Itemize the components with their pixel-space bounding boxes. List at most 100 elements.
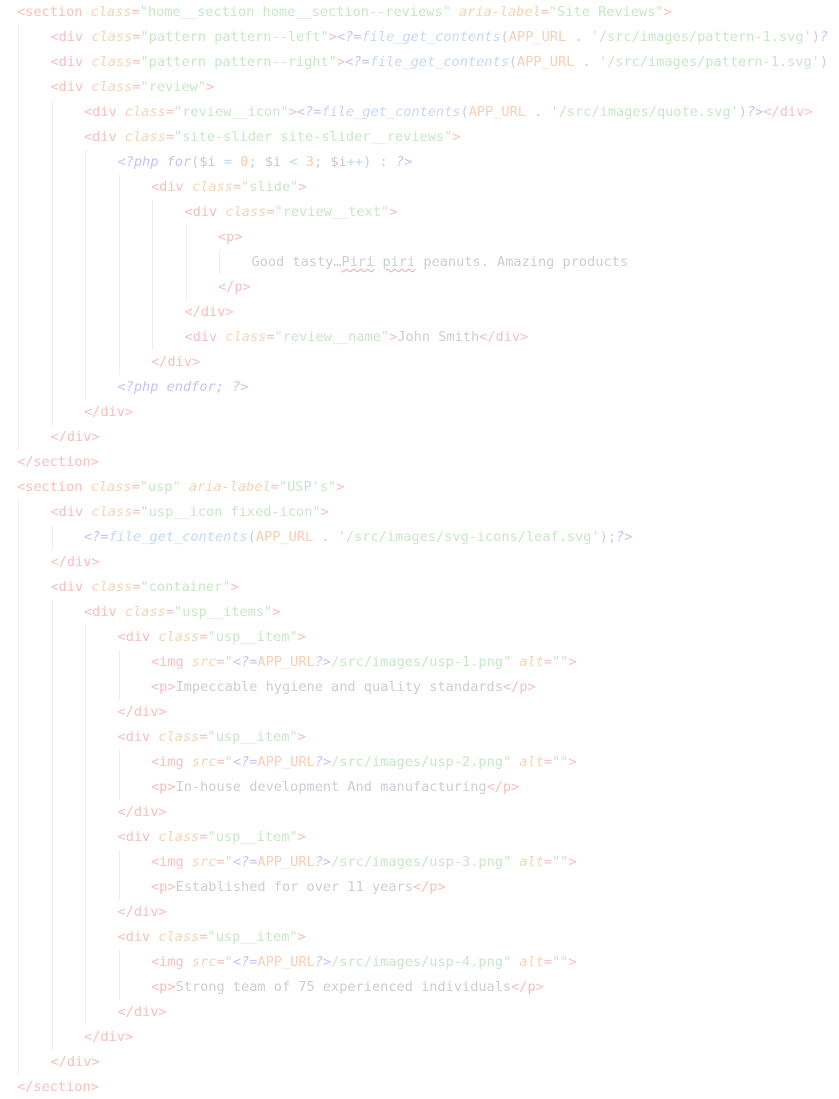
code-line[interactable]: <div class="usp__item"> xyxy=(0,925,839,950)
code-line[interactable]: <div class="review__name">John Smith</di… xyxy=(0,325,839,350)
code-line[interactable]: <div class="pattern pattern--left"><?=fi… xyxy=(0,25,839,50)
code-token: = xyxy=(199,929,208,945)
indent-guide xyxy=(18,175,19,200)
code-token: </div> xyxy=(117,1004,167,1020)
code-line[interactable]: <p>Impeccable hygiene and quality standa… xyxy=(0,675,839,700)
code-token: src xyxy=(191,854,217,870)
code-line[interactable]: <img src="<?=APP_URL?>/src/images/usp-3.… xyxy=(0,850,839,875)
code-line[interactable]: <section class="usp" aria-label="USP's"> xyxy=(0,475,839,500)
indent-guide xyxy=(51,525,53,550)
code-line[interactable]: <p>In-house development And manufacturin… xyxy=(0,775,839,800)
code-text: <div class="review"> xyxy=(51,75,215,100)
indent-guide xyxy=(85,625,86,650)
code-token: </div> xyxy=(84,1029,134,1045)
code-line[interactable]: </section> xyxy=(0,1075,839,1099)
indent-guide xyxy=(85,825,86,850)
code-line[interactable]: <div class="usp__item"> xyxy=(0,825,839,850)
code-line[interactable]: <p>Strong team of 75 experienced individ… xyxy=(0,975,839,1000)
indent-guide xyxy=(18,800,19,825)
indent-guide xyxy=(85,800,86,825)
code-token: APP_URL xyxy=(257,854,315,870)
code-line[interactable]: </div> xyxy=(0,550,839,575)
code-token: > xyxy=(568,854,577,870)
indent-guide xyxy=(85,900,86,925)
code-token: = xyxy=(199,729,208,745)
code-token: < xyxy=(281,154,306,170)
code-token: John Smith xyxy=(397,329,480,345)
code-line[interactable]: <?php endfor; ?> xyxy=(0,375,839,400)
code-token: > xyxy=(297,829,306,845)
code-line[interactable]: </div> xyxy=(0,1000,839,1025)
code-line[interactable]: <div class="pattern pattern--right"><?=f… xyxy=(0,50,839,75)
code-line[interactable]: <div class="slide"> xyxy=(0,175,839,200)
code-line[interactable]: <div class="usp__item"> xyxy=(0,625,839,650)
code-line[interactable]: </div> xyxy=(0,800,839,825)
code-token: /src/images/usp-4.png" xyxy=(331,954,520,970)
code-token: <p> xyxy=(151,679,176,695)
code-line[interactable]: </div> xyxy=(0,300,839,325)
code-token: = xyxy=(232,179,242,195)
code-token: APP_URL xyxy=(257,654,315,670)
indent-guide xyxy=(51,250,53,275)
code-line[interactable]: <div class="usp__icon fixed-icon"> xyxy=(0,500,839,525)
code-token: ?> xyxy=(314,954,332,970)
code-token: <?= xyxy=(232,754,258,770)
code-token: ; xyxy=(313,154,331,170)
code-line[interactable]: Good tasty…Piri piri peanuts. Amazing pr… xyxy=(0,250,839,275)
code-token: > xyxy=(663,4,672,20)
indent-guide xyxy=(118,275,120,300)
code-token: </section> xyxy=(17,454,99,470)
indent-guide xyxy=(85,875,86,900)
code-token: " xyxy=(224,654,233,670)
code-line[interactable]: <div class="review__icon"><?=file_get_co… xyxy=(0,100,839,125)
code-line[interactable]: <?php for($i = 0; $i < 3; $i++) : ?> xyxy=(0,150,839,175)
code-line[interactable]: </div> xyxy=(0,350,839,375)
code-text: <div class="slide"> xyxy=(151,175,307,200)
code-token: "review__icon" xyxy=(174,104,289,120)
code-editor[interactable]: <section class="home__section home__sect… xyxy=(0,0,839,1099)
indent-guide xyxy=(18,975,19,1000)
code-line[interactable]: </div> xyxy=(0,400,839,425)
code-line[interactable]: <div class="review"> xyxy=(0,75,839,100)
code-line[interactable]: </div> xyxy=(0,900,839,925)
code-line[interactable]: <div class="container"> xyxy=(0,575,839,600)
indent-guide xyxy=(18,900,19,925)
code-line[interactable]: </div> xyxy=(0,1050,839,1075)
indent-guide xyxy=(51,325,53,350)
code-token: file_get_contents xyxy=(108,529,248,545)
code-line[interactable]: <div class="usp__items"> xyxy=(0,600,839,625)
code-line[interactable]: <section class="home__section home__sect… xyxy=(0,0,839,25)
code-line[interactable]: </div> xyxy=(0,425,839,450)
indent-guide xyxy=(85,275,86,300)
code-line[interactable]: <?=file_get_contents(APP_URL . '/src/ima… xyxy=(0,525,839,550)
indent-guide xyxy=(18,750,19,775)
code-line[interactable]: </div> xyxy=(0,1025,839,1050)
code-line[interactable]: <img src="<?=APP_URL?>/src/images/usp-1.… xyxy=(0,650,839,675)
code-line[interactable]: <div class="site-slider site-slider__rev… xyxy=(0,125,839,150)
code-token: <p> xyxy=(151,779,176,795)
indent-guide xyxy=(18,850,19,875)
code-line[interactable]: <div class="usp__item"> xyxy=(0,725,839,750)
indent-guide xyxy=(18,225,19,250)
code-token: <?= xyxy=(84,529,109,545)
code-token: <div xyxy=(184,329,226,345)
indent-guide xyxy=(18,50,19,75)
code-token: "" xyxy=(552,954,569,970)
indent-guide xyxy=(85,150,86,175)
code-line[interactable]: <img src="<?=APP_URL?>/src/images/usp-4.… xyxy=(0,950,839,975)
code-token: = xyxy=(270,479,279,495)
code-line[interactable]: <p> xyxy=(0,225,839,250)
code-line[interactable]: </p> xyxy=(0,275,839,300)
indent-guide xyxy=(118,325,120,350)
code-line[interactable]: <img src="<?=APP_URL?>/src/images/usp-2.… xyxy=(0,750,839,775)
code-token: 3 xyxy=(305,154,314,170)
indent-guide xyxy=(85,350,86,375)
indent-guide xyxy=(18,250,19,275)
code-token: class xyxy=(91,504,133,520)
indent-guide xyxy=(51,725,53,750)
code-line[interactable]: </div> xyxy=(0,700,839,725)
indent-guide xyxy=(18,650,19,675)
code-line[interactable]: <div class="review__text"> xyxy=(0,200,839,225)
code-line[interactable]: </section> xyxy=(0,450,839,475)
code-line[interactable]: <p>Established for over 11 years</p> xyxy=(0,875,839,900)
